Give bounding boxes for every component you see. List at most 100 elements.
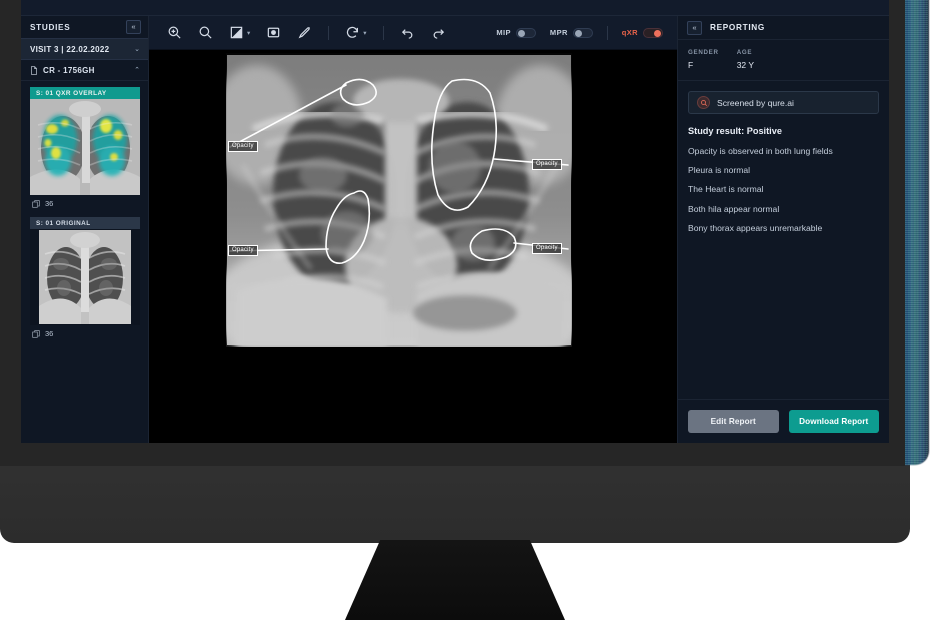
list-item[interactable]: S: 01 QXR OVERLAY 36 [21,87,148,215]
edit-report-button[interactable]: Edit Report [688,410,779,433]
screened-by-text: Screened by qure.ai [717,97,794,108]
studies-panel-header: STUDIES « [21,16,148,38]
rotate-tool[interactable]: ▾ [345,25,367,40]
chevron-up-icon: ⌃ [134,66,140,74]
window-level-tool[interactable]: ▾ [229,25,250,40]
redo-tool[interactable] [431,25,446,40]
chest-xray-image[interactable]: Opacity Opacity Opacity Opacity [226,53,572,347]
collapse-reporting-button[interactable]: « [687,20,702,35]
switch-knob [574,29,582,37]
gender-field: GENDER F [688,49,719,70]
thumbnail-caption: S: 01 QXR OVERLAY [30,87,140,99]
thumbnail-original[interactable]: S: 01 ORIGINAL 36 [30,217,140,345]
mpr-switch[interactable] [572,27,593,38]
contrast-square-icon [229,25,244,40]
collapse-studies-button[interactable]: « [126,20,141,34]
mip-label: MIP [496,28,511,37]
series-label: CR - 1756GH [43,65,95,75]
invert-tool[interactable] [266,25,281,40]
zoom-in-tool[interactable] [167,25,182,40]
thumbnail-meta: 36 [30,325,140,345]
gender-value: F [688,60,694,70]
chest-xray-render [226,53,572,347]
download-report-button[interactable]: Download Report [788,410,879,433]
main-body: STUDIES « VISIT 3 | 22.02.2022 ⌄ CR - 17… [21,16,889,443]
mip-switch[interactable] [515,27,536,38]
qxr-switch[interactable] [643,27,663,38]
annotation-label-opacity-3[interactable]: Opacity [532,159,562,170]
thumbnail-count: 36 [45,329,54,338]
annotation-label-opacity-2[interactable]: Opacity [228,245,258,256]
undo-icon [400,25,415,40]
series-group-cr[interactable]: CR - 1756GH ⌃ [21,60,148,81]
thumbnail-image-overlay[interactable] [30,99,140,195]
chest-xray-thumbnail [39,230,131,324]
reporting-panel: « REPORTING GENDER F AGE 32 Y Screened b… [677,16,889,443]
zoom-in-icon [167,25,182,40]
annotation-label-opacity-4[interactable]: Opacity [532,243,562,254]
finding-item: Bony thorax appears unremarkable [688,222,823,233]
finding-item: Both hila appear normal [688,203,780,214]
magnify-tool[interactable] [198,25,213,40]
thumbnail-meta: 36 [30,195,140,215]
viewer-toggles: MIP MPR qXR [496,25,663,40]
radiology-viewer-app: Jane Doe | Patient ID: ZP10223-10 STUDIE… [21,0,889,443]
visit-label: VISIT 3 | 22.02.2022 [30,44,110,54]
annotation-label-opacity-1[interactable]: Opacity [228,141,258,152]
thumbnail-qxr-overlay[interactable]: S: 01 QXR OVERLAY 36 [30,87,140,215]
qure-logo-icon [697,96,710,109]
finding-item: Pleura is normal [688,165,751,176]
mpr-toggle[interactable]: MPR [549,27,593,38]
toolbar-divider [606,25,608,40]
ruler-pencil-icon [297,25,312,40]
image-count-icon [32,199,40,208]
viewer-canvas[interactable]: Opacity Opacity Opacity Opacity [149,50,677,443]
image-count-icon [32,329,40,338]
qxr-label: qXR [621,28,638,37]
measure-tool[interactable] [297,25,312,40]
finding-item: The Heart is normal [688,184,764,195]
thumbnail-caption: S: 01 ORIGINAL [30,217,140,229]
thumbnail-list: S: 01 QXR OVERLAY 36 S: 01 ORIGINAL 36 [21,81,148,443]
chevron-down-icon[interactable]: ▾ [363,30,366,38]
qxr-toggle[interactable]: qXR [621,27,663,38]
mip-toggle[interactable]: MIP [496,27,536,38]
screened-by-banner: Screened by qure.ai [688,91,879,114]
top-bar: Jane Doe | Patient ID: ZP10223-10 [21,0,889,16]
viewer-toolbar: ▾ ▾ MIP MPR qXR [149,16,677,50]
switch-knob [654,29,661,37]
toolbar-divider [382,25,384,40]
report-content: Screened by qure.ai Study result: Positi… [678,81,889,399]
visit-selector[interactable]: VISIT 3 | 22.02.2022 ⌄ [21,38,148,60]
mpr-label: MPR [549,28,568,37]
report-actions: Edit Report Download Report [678,399,889,443]
switch-knob [517,29,525,37]
rotate-cw-icon [345,25,360,40]
search-icon [198,25,213,40]
undo-tool[interactable] [400,25,415,40]
studies-panel: STUDIES « VISIT 3 | 22.02.2022 ⌄ CR - 17… [21,16,149,443]
study-result: Study result: Positive [688,126,782,136]
age-label: AGE [736,49,753,56]
chevron-down-icon: ⌄ [134,45,140,53]
chevron-down-icon[interactable]: ▾ [247,30,250,38]
screenshot-root: Jane Doe | Patient ID: ZP10223-10 STUDIE… [0,0,930,620]
gender-label: GENDER [688,49,719,56]
document-icon [30,65,38,75]
studies-title: STUDIES [30,22,71,32]
list-item[interactable]: S: 01 ORIGINAL 36 [21,217,148,345]
toolbar-divider [328,25,330,40]
age-field: AGE 32 Y [737,49,754,70]
age-value: 32 Y [736,60,755,70]
finding-item: Opacity is observed in both lung fields [688,146,833,156]
monitor-stand [345,540,565,620]
reporting-panel-header: « REPORTING [678,16,889,39]
image-viewer: ▾ ▾ MIP MPR qXR Opacity Opacity Opacity … [149,16,677,443]
redo-icon [431,25,446,40]
chest-xray-overlay-thumbnail [30,99,140,195]
patient-demographics: GENDER F AGE 32 Y [678,39,889,81]
reporting-title: REPORTING [710,23,765,32]
invert-icon [266,25,281,40]
thumbnail-count: 36 [45,199,54,208]
thumbnail-image-original[interactable] [30,229,140,325]
